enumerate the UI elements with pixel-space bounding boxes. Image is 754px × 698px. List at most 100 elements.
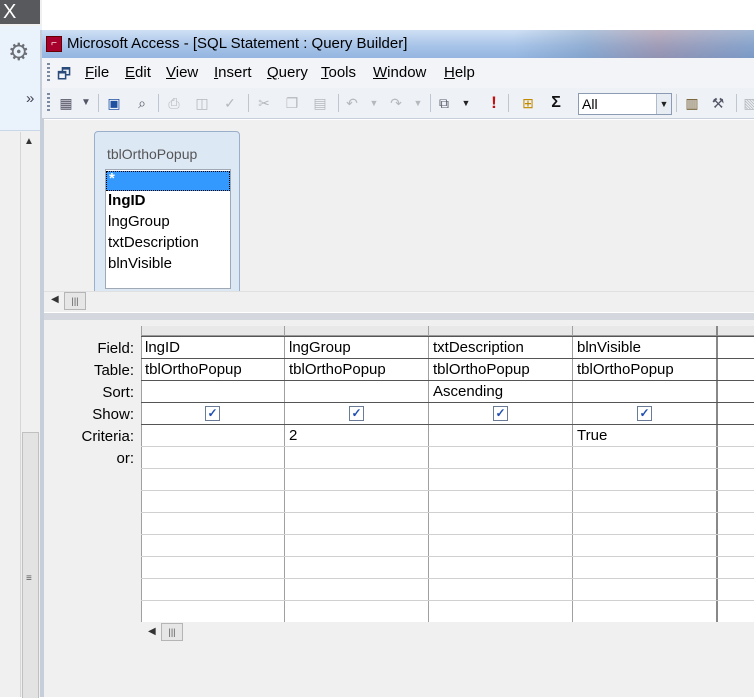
field-cell[interactable]: lngGroup [289,339,351,356]
field-list-item-lnggroup[interactable]: lngGroup [108,213,170,230]
query-design-toolbar: ▦ ▼ ▣ ⌕ ⎙ ◫ ✓ ✂ ❐ ▤ ↶ ▼ ↷ ▼ ⧉ ▼ ! ⊞ Σ Al… [42,88,754,119]
scroll-left-arrow-icon[interactable]: ◀ [51,294,59,305]
grid-line [141,512,754,513]
undo-dropdown-icon[interactable]: ▼ [364,93,384,113]
menu-insert[interactable]: Insert [214,64,252,81]
expand-chevrons-icon[interactable]: » [26,90,34,107]
row-label-field: Field: [97,340,134,357]
toolbar-separator [158,94,159,112]
database-window-icon[interactable]: ▧ [740,93,754,113]
scroll-left-arrow-icon[interactable]: ◀ [148,626,156,637]
menu-edit[interactable]: Edit [125,64,151,81]
sort-cell[interactable]: Ascending [433,383,503,400]
save-icon[interactable]: ▣ [104,93,124,113]
grid-line [141,446,754,447]
undo-icon[interactable]: ↶ [342,93,362,113]
toolbar-separator [736,94,737,112]
run-icon[interactable]: ! [484,93,504,113]
properties-icon[interactable]: ▥ [682,93,702,113]
menu-query[interactable]: Query [267,64,308,81]
grid-line [141,402,754,403]
upper-horizontal-scrollbar[interactable]: ◀ ||| [44,291,754,310]
sidebar-panel: ⚙ » [0,26,42,131]
horizontal-scroll-thumb[interactable]: ||| [161,623,183,641]
gear-icon[interactable]: ⚙ [8,38,30,67]
query-type-icon[interactable]: ⧉ [434,93,454,113]
build-icon[interactable]: ⚒ [708,93,728,113]
column-selector[interactable] [429,326,573,336]
row-label-table: Table: [93,362,134,379]
grid-line [141,380,754,381]
table-cell[interactable]: tblOrthoPopup [433,361,530,378]
table-cell[interactable]: tblOrthoPopup [145,361,242,378]
field-list-item-all[interactable]: * [106,171,230,191]
vertical-scrollbar[interactable]: ▲ ≡ [20,132,39,698]
copy-icon[interactable]: ❐ [282,93,302,113]
grid-line [141,578,754,579]
horizontal-scroll-thumb[interactable]: ||| [64,292,86,310]
view-dropdown-icon[interactable]: ▼ [76,93,96,113]
toolbar-grip[interactable] [47,93,50,113]
cut-icon[interactable]: ✂ [254,93,274,113]
column-selector[interactable] [573,326,717,336]
criteria-cell[interactable]: True [577,427,607,444]
menu-file[interactable]: File [85,64,109,81]
redo-dropdown-icon[interactable]: ▼ [408,93,428,113]
chevron-down-icon[interactable]: ▼ [656,94,671,114]
show-checkbox[interactable]: ✓ [349,406,364,421]
field-cell[interactable]: lngID [145,339,180,356]
table-cell[interactable]: tblOrthoPopup [289,361,386,378]
criteria-cell[interactable]: 2 [289,427,297,444]
table-cell[interactable]: tblOrthoPopup [577,361,674,378]
spelling-icon[interactable]: ✓ [220,93,240,113]
top-values-value: All [582,96,598,112]
show-checkbox[interactable]: ✓ [205,406,220,421]
query-type-dropdown-icon[interactable]: ▼ [456,93,476,113]
redo-icon[interactable]: ↷ [386,93,406,113]
table-field-list-window[interactable]: tblOrthoPopup * lngID lngGroup txtDescri… [94,131,240,293]
field-list-item-blnvisible[interactable]: blnVisible [108,255,172,272]
field-cell[interactable]: blnVisible [577,339,641,356]
toolbar-separator [430,94,431,112]
title-bar: ⌐ Microsoft Access - [SQL Statement : Qu… [42,30,754,58]
grid-line [141,534,754,535]
toolbar-separator [508,94,509,112]
field-list-item-txtdescription[interactable]: txtDescription [108,234,199,251]
toolbar-separator [676,94,677,112]
grid-horizontal-scrollbar[interactable]: ◀ ||| [141,622,754,642]
column-selector[interactable] [141,326,285,336]
menu-window[interactable]: Window [373,64,426,81]
menu-tools[interactable]: Tools [321,64,356,81]
grid-line [141,358,754,359]
column-selector[interactable] [285,326,429,336]
field-cell[interactable]: txtDescription [433,339,524,356]
menu-view[interactable]: View [166,64,198,81]
row-label-show: Show: [92,406,134,423]
field-list[interactable]: * lngID lngGroup txtDescription blnVisib… [105,169,231,289]
design-grid-pane: Field: Table: Sort: Show: Criteria: or: … [44,320,754,697]
vertical-scroll-thumb[interactable]: ≡ [22,432,39,698]
column-selector[interactable] [717,326,754,336]
top-values-select[interactable]: All ▼ [578,93,672,115]
search-icon[interactable]: ⌕ [132,93,152,113]
close-icon: X [3,1,17,23]
paste-icon[interactable]: ▤ [310,93,330,113]
menu-grip[interactable] [47,63,50,83]
close-button[interactable]: X [0,0,40,24]
view-icon[interactable]: ▦ [56,93,76,113]
title-bar-decoration [514,30,754,58]
show-table-icon[interactable]: ⊞ [518,93,538,113]
show-checkbox[interactable]: ✓ [493,406,508,421]
show-checkbox[interactable]: ✓ [637,406,652,421]
scroll-up-arrow-icon[interactable]: ▲ [24,136,34,147]
print-icon[interactable]: ⎙ [164,93,184,113]
toolbar-separator [248,94,249,112]
document-window-icon[interactable]: 🗗 [57,64,73,83]
scroll-grip-icon: ≡ [26,573,32,584]
print-preview-icon[interactable]: ◫ [192,93,212,113]
toolbar-separator [98,94,99,112]
menu-help[interactable]: Help [444,64,475,81]
totals-icon[interactable]: Σ [546,93,566,113]
query-design-grid: lngID tblOrthoPopup ✓ lngGroup tblOrthoP… [141,326,754,622]
field-list-item-lngid[interactable]: lngID [108,192,146,209]
